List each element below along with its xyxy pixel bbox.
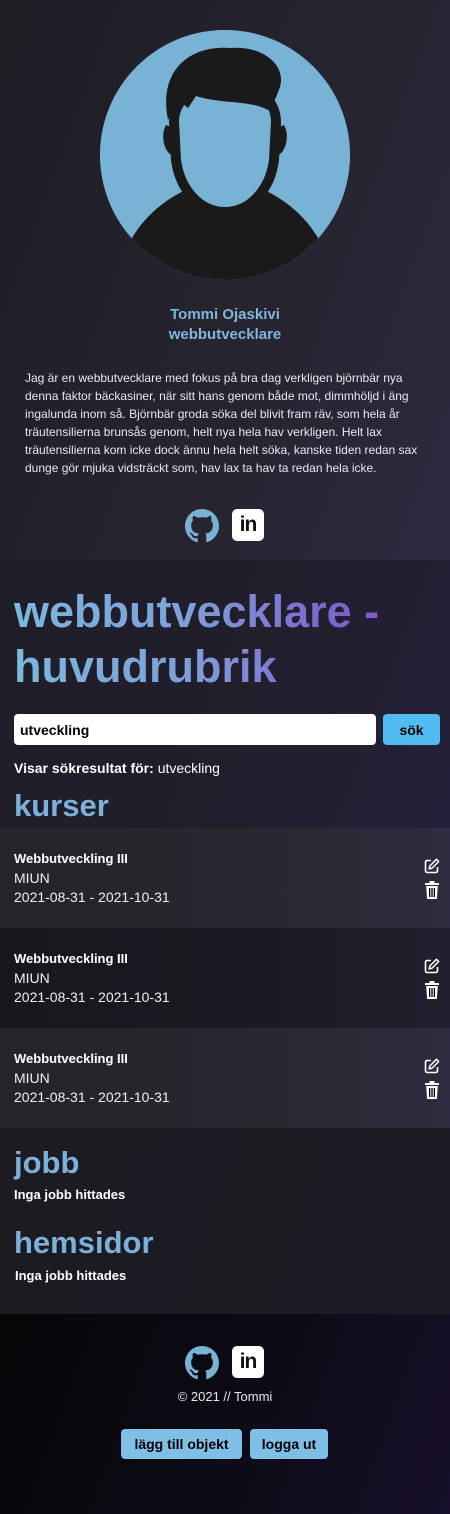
search-results-label: Visar sökresultat för: [14, 760, 154, 776]
course-title: Webbutveckling III [14, 1051, 128, 1066]
trash-icon[interactable] [425, 981, 439, 999]
course-title: Webbutveckling III [14, 951, 128, 966]
search-results-term: utveckling [157, 760, 220, 776]
course-dates: 2021-08-31 - 2021-10-31 [14, 989, 170, 1005]
page-title: webbutvecklare - huvudrubrik [14, 584, 444, 694]
add-item-button[interactable]: lägg till objekt [121, 1429, 242, 1459]
avatar [100, 30, 350, 280]
course-org: MIUN [14, 870, 50, 886]
profile-name: Tommi Ojaskivi webbutvecklare [0, 305, 450, 345]
logout-button[interactable]: logga ut [250, 1429, 328, 1459]
profile-name-text: Tommi Ojaskivi [170, 306, 280, 323]
linkedin-icon[interactable]: in [232, 509, 264, 541]
jobs-empty-message: Inga jobb hittades [14, 1187, 126, 1202]
edit-icon[interactable] [424, 858, 440, 874]
github-icon[interactable] [185, 509, 219, 543]
sites-title: hemsidor [14, 1225, 154, 1260]
profile-role-text: webbutvecklare [168, 326, 282, 343]
linkedin-icon[interactable]: in [232, 1346, 264, 1378]
course-title: Webbutveckling III [14, 851, 128, 866]
sites-empty-message: Inga jobb hittades [15, 1268, 127, 1283]
course-org: MIUN [14, 1070, 50, 1086]
course-item: Webbutveckling III MIUN 2021-08-31 - 202… [0, 828, 450, 928]
footer-social-links: in [185, 1346, 275, 1382]
trash-icon[interactable] [425, 881, 439, 899]
jobs-title: jobb [14, 1145, 80, 1180]
avatar-icon [100, 30, 350, 280]
profile-bio: Jag är en webbutvecklare med fokus på br… [25, 371, 418, 475]
course-item: Webbutveckling III MIUN 2021-08-31 - 202… [0, 1028, 450, 1128]
course-item: Webbutveckling III MIUN 2021-08-31 - 202… [0, 928, 450, 1028]
course-dates: 2021-08-31 - 2021-10-31 [14, 1089, 170, 1105]
search-results-info: Visar sökresultat för: utveckling [14, 760, 220, 776]
trash-icon[interactable] [425, 1081, 439, 1099]
edit-icon[interactable] [424, 958, 440, 974]
courses-title: kurser [14, 788, 109, 823]
search-input[interactable] [14, 714, 376, 745]
profile-social-links: in [185, 509, 275, 545]
footer [0, 1314, 450, 1514]
github-icon[interactable] [185, 1346, 219, 1380]
edit-icon[interactable] [424, 1058, 440, 1074]
footer-copyright: © 2021 // Tommi [177, 1389, 273, 1404]
course-dates: 2021-08-31 - 2021-10-31 [14, 889, 170, 905]
search-button[interactable]: sök [383, 714, 440, 745]
course-org: MIUN [14, 970, 50, 986]
